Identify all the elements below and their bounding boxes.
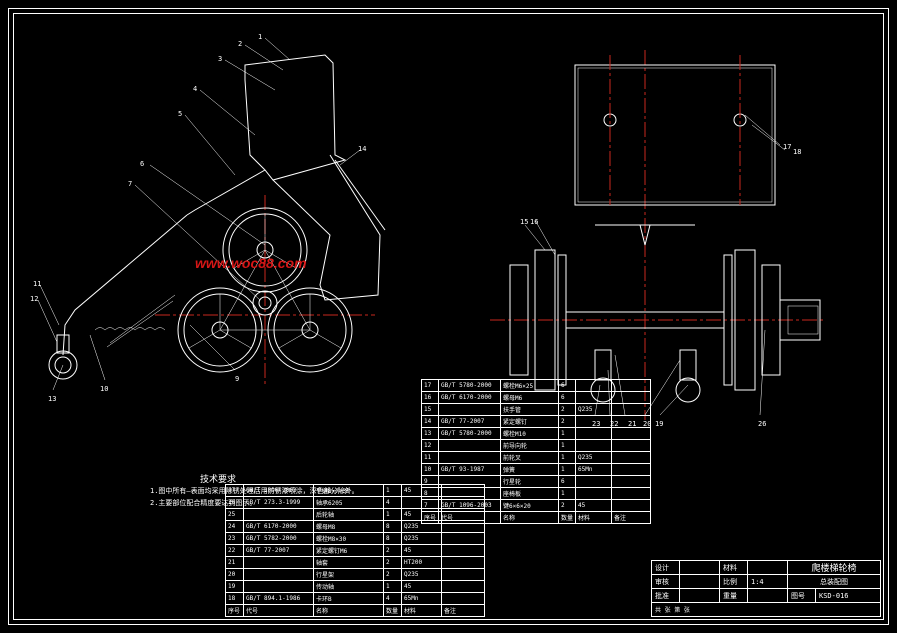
bom-row: 23GB/T 5782-2000螺栓M8×308Q235 (226, 533, 485, 545)
bom-row: 17GB/T 5780-2000螺栓M6×256 (422, 380, 651, 392)
bom-row: 15扶手管2Q235 (422, 404, 651, 416)
ref-26: 26 (758, 420, 766, 428)
bom-row: 22GB/T 77-2007紧定螺钉M6245 (226, 545, 485, 557)
ref-12: 12 (30, 295, 38, 303)
ref-9: 9 (235, 375, 239, 383)
ref-4: 4 (193, 85, 197, 93)
ref-13: 13 (48, 395, 56, 403)
ref-8: 14 (358, 145, 366, 153)
bom-row: 7GB/T 1096-2003键6×6×20245 (422, 500, 651, 512)
watermark: www.woc88.com (195, 255, 307, 271)
bom-row: 10GB/T 93-1987弹簧165Mn (422, 464, 651, 476)
ref-2: 2 (238, 40, 242, 48)
ref-5: 5 (178, 110, 182, 118)
bom-row: 9行星轮6 (422, 476, 651, 488)
bom-row: 12前导向轮1 (422, 440, 651, 452)
ref-1: 1 (258, 33, 262, 41)
ref-6: 6 (140, 160, 144, 168)
title-block: 设计 材料 爬楼梯轮椅 审核 比例1:4 总装配图 批准 重量 图号KSD-01… (651, 560, 881, 617)
ref-19: 19 (655, 420, 663, 428)
ref-16: 16 (530, 218, 538, 226)
ref-15: 15 (520, 218, 528, 226)
bom-row: 13GB/T 5780-2000螺栓M101 (422, 428, 651, 440)
bom-row: 8座椅板1 (422, 488, 651, 500)
ref-7: 7 (128, 180, 132, 188)
bom-right: 17GB/T 5780-2000螺栓M6×25616GB/T 6170-2000… (421, 379, 651, 524)
bom-row: 11前轮叉1Q235 (422, 452, 651, 464)
bom-row: 21轴套2HT200 (226, 557, 485, 569)
front-view (480, 50, 840, 430)
bom-row: 20行星架2Q235 (226, 569, 485, 581)
bom-row: 18GB/T 894.1-1986卡环B465Mn (226, 593, 485, 605)
ref-10: 10 (100, 385, 108, 393)
bom-row: 14GB/T 77-2007紧定螺钉2 (422, 416, 651, 428)
ref-3: 3 (218, 55, 222, 63)
bom-row: 16GB/T 6170-2000螺母M66 (422, 392, 651, 404)
side-view (35, 35, 465, 435)
bom-row: 19传动轴145 (226, 581, 485, 593)
ref-17: 17 (783, 143, 791, 151)
ref-18: 18 (793, 148, 801, 156)
ref-11: 11 (33, 280, 41, 288)
